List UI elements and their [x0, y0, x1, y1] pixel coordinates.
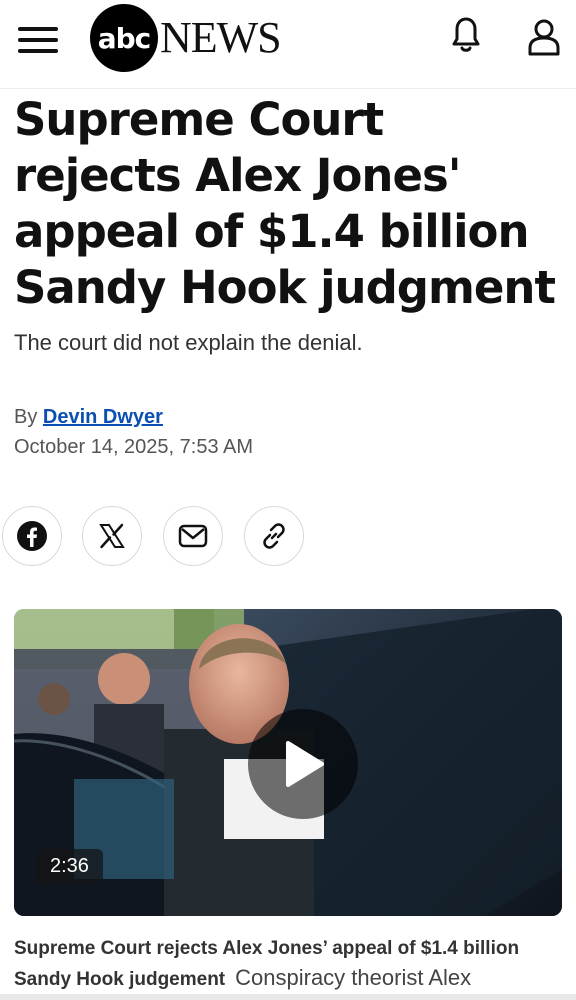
article-subheadline: The court did not explain the denial. — [14, 330, 363, 355]
byline: By Devin Dwyer — [14, 406, 163, 429]
link-icon — [263, 523, 285, 549]
email-share-button[interactable] — [163, 506, 223, 566]
article-headline: Supreme Court rejects Alex Jones' appeal… — [14, 93, 556, 314]
bottom-edge — [0, 994, 576, 1000]
publish-date: October 14, 2025, 7:53 AM — [14, 436, 254, 458]
email-icon — [178, 524, 208, 548]
facebook-icon — [17, 521, 47, 551]
abc-logo-circle: abc — [90, 4, 158, 72]
video-duration-badge: 2:36 — [36, 849, 103, 884]
user-icon[interactable] — [522, 14, 566, 58]
byline-prefix: By — [14, 406, 38, 428]
video-caption-text: Conspiracy theorist Alex — [235, 965, 472, 990]
x-share-button[interactable] — [82, 506, 142, 566]
video-caption: Supreme Court rejects Alex Jones’ appeal… — [14, 934, 566, 994]
x-icon — [99, 523, 125, 549]
news-logo-word: NEWS — [160, 13, 282, 62]
abc-news-logo[interactable]: abc NEWS — [90, 4, 282, 72]
bell-icon[interactable] — [444, 12, 488, 56]
facebook-share-button[interactable] — [2, 506, 62, 566]
top-navigation-bar: abc NEWS — [0, 0, 576, 89]
copy-link-button[interactable] — [244, 506, 304, 566]
author-link[interactable]: Devin Dwyer — [43, 406, 163, 428]
play-button[interactable] — [248, 709, 358, 819]
play-icon — [286, 741, 324, 787]
hamburger-menu-icon[interactable] — [18, 22, 58, 56]
video-player[interactable]: 2:36 — [14, 609, 562, 916]
